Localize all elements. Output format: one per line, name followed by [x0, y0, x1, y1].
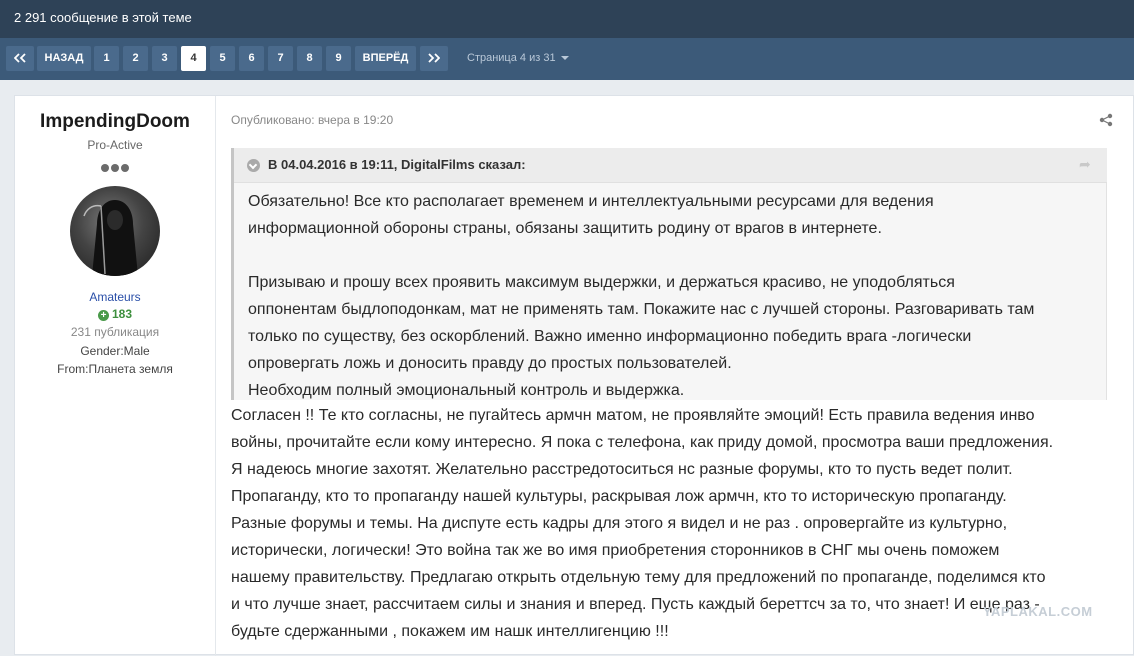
page-9-button[interactable]: 9: [326, 46, 351, 71]
plus-circle-icon: +: [97, 310, 109, 321]
quote-link-icon[interactable]: ➦: [1079, 156, 1091, 173]
quote-header: В 04.04.2016 в 19:11, DigitalFilms сказа…: [234, 148, 1107, 183]
pagination-bar: НАЗАД 1 2 3 4 5 6 7 8 9 ВПЕРЁД Страница …: [0, 38, 1134, 80]
page-3-button[interactable]: 3: [152, 46, 177, 71]
post-date: Опубликовано: вчера в 19:20: [231, 113, 394, 127]
reaper-avatar-image: [83, 200, 138, 276]
page-5-button[interactable]: 5: [210, 46, 235, 71]
last-page-button[interactable]: [420, 46, 448, 71]
reputation-badge: +183: [15, 307, 215, 321]
author-group[interactable]: Amateurs: [15, 290, 215, 304]
page-1-button[interactable]: 1: [94, 46, 119, 71]
avatar[interactable]: [70, 186, 160, 276]
rank-pips: [98, 159, 132, 172]
share-icon[interactable]: [1099, 113, 1113, 127]
author-name[interactable]: ImpendingDoom: [15, 111, 215, 133]
publication-count: 231 публикация: [70, 325, 160, 339]
author-gender: Gender:Male: [80, 344, 150, 358]
quote-toggle-icon[interactable]: [247, 159, 260, 172]
quote-text: Обязательно! Все кто располагает времене…: [248, 193, 1035, 399]
author-rank: Pro-Active: [87, 138, 143, 152]
quote-citation: В 04.04.2016 в 19:11, DigitalFilms сказа…: [268, 157, 526, 172]
page-info-label: Страница 4 из 31: [467, 52, 556, 64]
page-4-button-current[interactable]: 4: [181, 46, 206, 71]
site-watermark: YAPLAKAL.COM: [983, 604, 1093, 619]
page-6-button[interactable]: 6: [239, 46, 264, 71]
author-panel: ImpendingDoom Pro-Active Amateurs +183 2…: [15, 96, 216, 656]
reputation-value: 183: [111, 307, 133, 321]
author-location: From:Планета земля: [57, 362, 173, 376]
double-chevron-left-icon: [13, 53, 26, 63]
quote-block: В 04.04.2016 в 19:11, DigitalFilms сказа…: [231, 148, 1107, 400]
page-8-button[interactable]: 8: [297, 46, 322, 71]
page-jump-dropdown[interactable]: Страница 4 из 31: [467, 52, 569, 64]
double-chevron-right-icon: [428, 53, 441, 63]
page-7-button[interactable]: 7: [268, 46, 293, 71]
topic-header-bar: 2 291 сообщение в этой теме: [0, 0, 1134, 38]
post-count: 2 291 сообщение в этой теме: [14, 10, 192, 25]
forum-post: ImpendingDoom Pro-Active Amateurs +183 2…: [14, 95, 1134, 656]
prev-page-button[interactable]: НАЗАД: [37, 46, 91, 71]
next-page-button[interactable]: ВПЕРЁД: [355, 46, 416, 71]
first-page-button[interactable]: [6, 46, 34, 71]
caret-down-icon: [560, 56, 569, 61]
page-2-button[interactable]: 2: [123, 46, 148, 71]
